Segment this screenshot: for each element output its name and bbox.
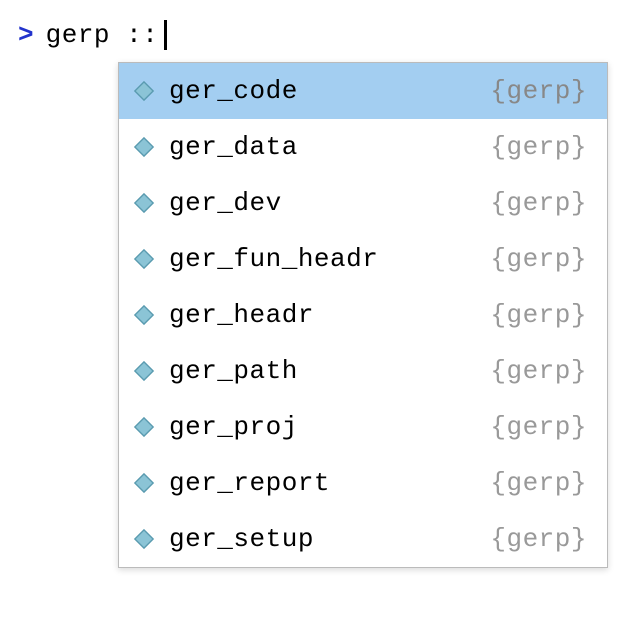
- completion-item[interactable]: ger_path{gerp}: [119, 343, 607, 399]
- completion-item-package: {gerp}: [490, 356, 587, 386]
- completion-item-name: ger_report: [169, 468, 490, 498]
- completion-item[interactable]: ger_data{gerp}: [119, 119, 607, 175]
- completion-item-name: ger_code: [169, 76, 490, 106]
- completion-item[interactable]: ger_report{gerp}: [119, 455, 607, 511]
- completion-item-name: ger_headr: [169, 300, 490, 330]
- function-diamond-icon: [133, 528, 155, 550]
- completion-item-name: ger_proj: [169, 412, 490, 442]
- completion-item-package: {gerp}: [490, 188, 587, 218]
- function-diamond-icon: [133, 416, 155, 438]
- console-line[interactable]: > gerp ::: [0, 0, 626, 50]
- function-diamond-icon: [133, 472, 155, 494]
- completion-item-package: {gerp}: [490, 132, 587, 162]
- completion-item-package: {gerp}: [490, 412, 587, 442]
- autocomplete-popup: ger_code{gerp}ger_data{gerp}ger_dev{gerp…: [118, 62, 608, 568]
- completion-item[interactable]: ger_dev{gerp}: [119, 175, 607, 231]
- completion-item[interactable]: ger_fun_headr{gerp}: [119, 231, 607, 287]
- completion-item-name: ger_dev: [169, 188, 490, 218]
- completion-item[interactable]: ger_headr{gerp}: [119, 287, 607, 343]
- completion-item-package: {gerp}: [490, 244, 587, 274]
- prompt-symbol: >: [18, 20, 34, 50]
- completion-item[interactable]: ger_proj{gerp}: [119, 399, 607, 455]
- function-diamond-icon: [133, 80, 155, 102]
- completion-item-package: {gerp}: [490, 76, 587, 106]
- completion-item-package: {gerp}: [490, 468, 587, 498]
- function-diamond-icon: [133, 192, 155, 214]
- completion-item[interactable]: ger_code{gerp}: [119, 63, 607, 119]
- completion-item-name: ger_fun_headr: [169, 244, 490, 274]
- function-diamond-icon: [133, 304, 155, 326]
- function-diamond-icon: [133, 136, 155, 158]
- text-cursor: [164, 20, 167, 50]
- function-diamond-icon: [133, 248, 155, 270]
- function-diamond-icon: [133, 360, 155, 382]
- completion-item-name: ger_setup: [169, 524, 490, 554]
- completion-item[interactable]: ger_setup{gerp}: [119, 511, 607, 567]
- completion-item-package: {gerp}: [490, 300, 587, 330]
- completion-item-package: {gerp}: [490, 524, 587, 554]
- completion-item-name: ger_data: [169, 132, 490, 162]
- completion-item-name: ger_path: [169, 356, 490, 386]
- console-input-text: gerp ::: [46, 20, 159, 50]
